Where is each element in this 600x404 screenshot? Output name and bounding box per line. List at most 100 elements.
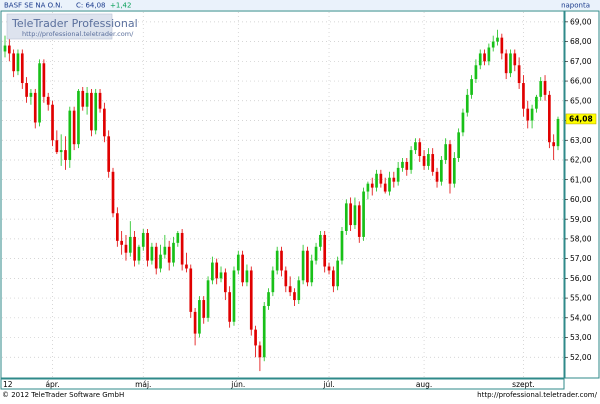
candle-body — [68, 110, 72, 160]
candle-up — [409, 146, 413, 174]
x-axis-panel — [0, 378, 565, 390]
candle-body — [20, 53, 24, 84]
y-tick-label: 59,00 — [570, 215, 592, 224]
candle-up — [206, 276, 210, 322]
candle-body — [340, 231, 344, 261]
y-tick-label: 60,00 — [570, 195, 592, 204]
candle-body — [16, 53, 20, 72]
candle-body — [306, 250, 309, 283]
candle-body — [55, 140, 59, 153]
price-change: +1,42 — [110, 2, 131, 10]
candle-body — [500, 37, 504, 54]
candle-body — [245, 270, 249, 283]
candle-body — [548, 94, 551, 143]
candle-up — [336, 256, 340, 291]
candle-body — [535, 96, 538, 109]
candle-body — [90, 92, 93, 131]
candle-body — [522, 83, 525, 109]
candle-body — [38, 63, 41, 123]
candle-down — [228, 286, 231, 328]
candle-down — [241, 250, 244, 287]
candle-up — [362, 187, 365, 241]
candle-body — [51, 104, 54, 141]
candle-up — [68, 106, 72, 168]
candle-body — [517, 65, 521, 84]
candle-body — [483, 53, 486, 62]
candle-body — [513, 53, 517, 66]
candle-body — [228, 292, 231, 322]
y-tick-label: 58,00 — [570, 234, 592, 243]
candle-body — [452, 158, 456, 184]
watermark-brand: TeleTrader Professional — [11, 17, 138, 30]
candle-body — [180, 232, 184, 265]
candle-body — [215, 262, 219, 279]
candle-body — [401, 161, 404, 168]
x-tick-label: máj. — [135, 380, 151, 389]
candle-down — [33, 88, 37, 129]
candle-body — [491, 41, 495, 48]
candle-body — [120, 240, 123, 245]
candle-body — [388, 177, 391, 192]
stock-chart[interactable]: BASF SE NA O.N. C: 64,08 +1,42 naponta 5… — [0, 0, 600, 400]
candle-up — [440, 156, 443, 186]
candle-body — [280, 250, 283, 271]
candle-up — [297, 276, 301, 304]
candle-down — [111, 167, 115, 218]
candle-down — [51, 100, 54, 147]
candle-body — [59, 150, 63, 153]
candle-body — [206, 280, 210, 318]
candle-body — [94, 92, 98, 131]
candle-body — [370, 183, 374, 188]
candle-body — [77, 90, 80, 145]
candle-body — [163, 246, 167, 255]
candle-body — [362, 191, 365, 237]
candle-up — [77, 88, 80, 149]
candle-body — [349, 203, 352, 226]
candle-up — [198, 296, 201, 338]
candle-body — [124, 244, 128, 253]
footer-url[interactable]: http://professional.teletrader.com/ — [477, 391, 597, 399]
plot-area[interactable] — [0, 10, 565, 379]
x-tick-label: ápr. — [45, 380, 59, 389]
candle-body — [366, 183, 370, 192]
candle-body — [193, 311, 197, 334]
candle-up — [262, 302, 266, 362]
candle-up — [340, 227, 344, 265]
candle-body — [293, 292, 296, 301]
period-label[interactable]: naponta — [561, 2, 590, 10]
candle-body — [409, 150, 413, 170]
candle-body — [327, 266, 331, 271]
candle-up — [275, 246, 279, 275]
candle-body — [262, 305, 266, 358]
candle-body — [133, 236, 136, 261]
candle-body — [185, 264, 188, 269]
x-tick-label: jún. — [230, 380, 245, 389]
candle-body — [392, 177, 396, 182]
candle-body — [470, 79, 473, 95]
candle-body — [137, 246, 141, 261]
candle-body — [448, 144, 452, 184]
candle-body — [332, 270, 335, 287]
y-tick-label: 52,00 — [570, 353, 592, 362]
candle-body — [496, 37, 499, 42]
y-tick-label: 67,00 — [570, 57, 592, 66]
candle-body — [64, 150, 67, 160]
candle-body — [461, 112, 465, 133]
candle-body — [72, 110, 76, 145]
candle-up — [556, 116, 560, 151]
candle-up — [344, 199, 348, 235]
candle-body — [33, 92, 37, 123]
candle-body — [314, 246, 318, 261]
candle-body — [241, 254, 244, 283]
candle-body — [254, 329, 257, 346]
x-tick-label: szept. — [512, 380, 535, 389]
y-tick-label: 69,00 — [570, 17, 592, 26]
candle-down — [72, 106, 76, 151]
candle-body — [383, 183, 387, 192]
candle-body — [284, 270, 288, 287]
watermark-url: http://professional.teletrader.com/ — [22, 30, 134, 38]
candle-body — [81, 90, 85, 107]
candle-down — [180, 229, 184, 271]
candle-body — [25, 83, 28, 97]
candle-body — [440, 159, 443, 182]
